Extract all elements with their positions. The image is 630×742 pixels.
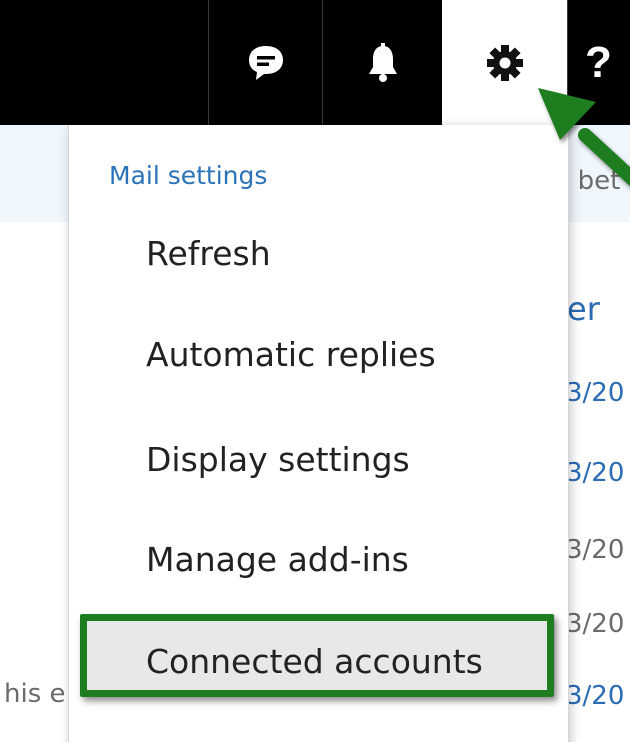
message-date[interactable]: 3/20: [566, 460, 624, 486]
gear-icon: [486, 44, 523, 81]
column-heading: er: [567, 290, 600, 328]
top-bar: ?: [0, 0, 630, 125]
message-date[interactable]: 3/20: [566, 683, 624, 709]
chat-bubble-icon: [248, 45, 283, 80]
menu-item-automatic-replies[interactable]: Automatic replies: [146, 338, 436, 371]
help-icon: ?: [585, 37, 612, 87]
settings-dropdown: Mail settings Refresh Automatic replies …: [68, 125, 569, 742]
menu-item-display-settings[interactable]: Display settings: [146, 443, 410, 476]
settings-button[interactable]: [442, 0, 567, 125]
menu-header: Mail settings: [109, 161, 268, 190]
menu-item-connected-accounts[interactable]: Connected accounts: [146, 645, 483, 678]
bell-icon: [368, 42, 397, 82]
chat-button[interactable]: [209, 0, 322, 125]
banner-text: - bet: [560, 166, 621, 196]
message-date[interactable]: 3/20: [566, 380, 624, 406]
message-date[interactable]: 3/20: [566, 537, 624, 563]
notifications-button[interactable]: [323, 0, 442, 125]
divider: [567, 0, 568, 125]
help-button[interactable]: ?: [585, 0, 630, 125]
menu-item-manage-add-ins[interactable]: Manage add-ins: [146, 543, 409, 576]
menu-item-refresh[interactable]: Refresh: [146, 237, 271, 270]
message-preview: his e: [4, 679, 66, 709]
mail-window: ? - bet er 3/20 3/20 3/20 3/20 3/20 his …: [0, 0, 630, 742]
message-date[interactable]: 3/20: [566, 611, 624, 637]
